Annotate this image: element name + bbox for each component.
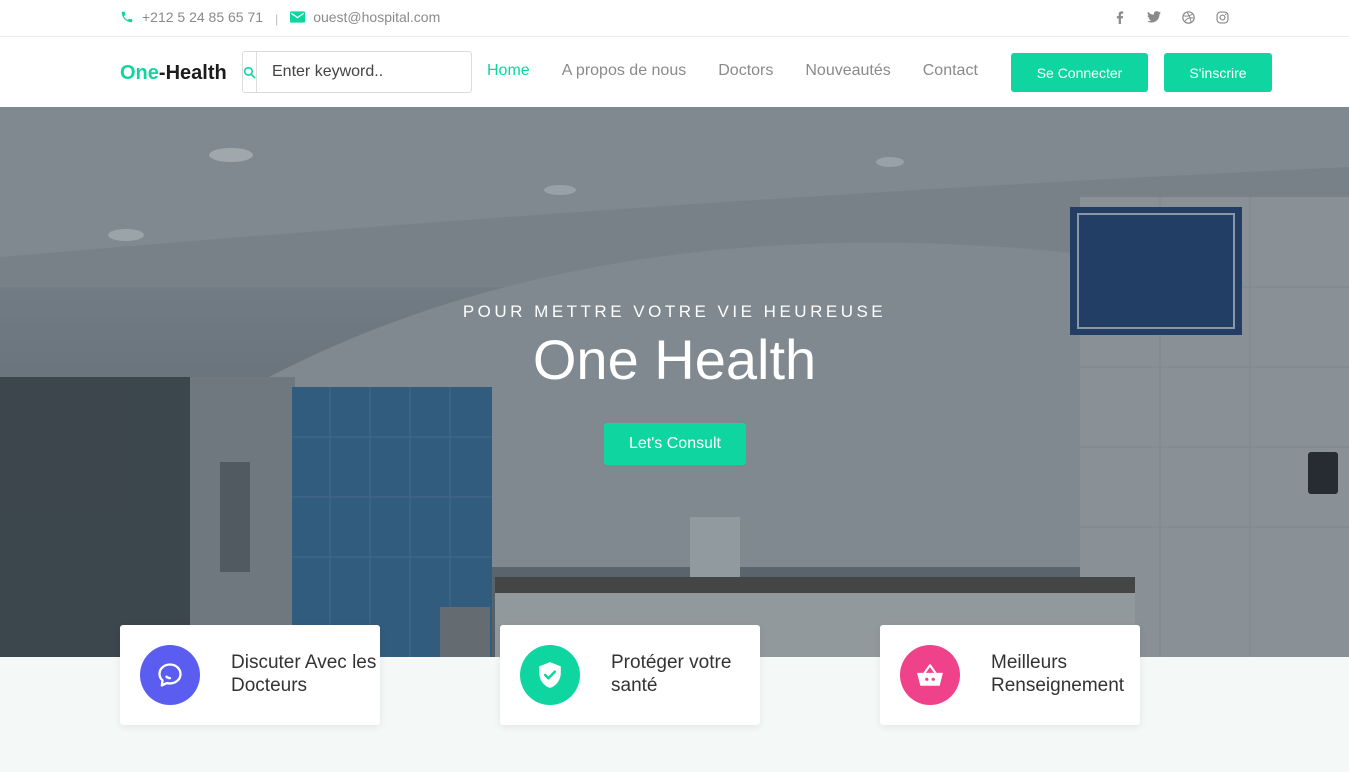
- phone-text: +212 5 24 85 65 71: [142, 9, 264, 25]
- feature-card-info[interactable]: Meilleurs Renseignement: [880, 625, 1140, 725]
- nav-link-news[interactable]: Nouveautés: [805, 62, 890, 80]
- facebook-icon[interactable]: [1113, 10, 1127, 24]
- phone-contact[interactable]: +212 5 24 85 65 71: [120, 9, 263, 25]
- mail-icon: [290, 11, 306, 23]
- contact-info: +212 5 24 85 65 71 | ouest@hospital.com: [120, 9, 440, 26]
- nav-link-doctors[interactable]: Doctors: [718, 62, 773, 80]
- consult-button[interactable]: Let's Consult: [604, 423, 746, 465]
- feature-label: Meilleurs Renseignement: [991, 652, 1125, 696]
- separator: |: [275, 12, 279, 26]
- shield-check-icon: [520, 645, 580, 705]
- dribbble-icon[interactable]: [1181, 10, 1195, 24]
- hero-subtitle: POUR METTRE VOTRE VIE HEUREUSE: [462, 302, 887, 321]
- feature-card-chat[interactable]: Discuter Avec les Docteurs: [120, 625, 380, 725]
- nav-link-contact[interactable]: Contact: [923, 62, 978, 80]
- email-contact[interactable]: ouest@hospital.com: [290, 9, 440, 25]
- nav-link-about[interactable]: A propos de nous: [562, 62, 687, 80]
- feature-card-protect[interactable]: Protéger votre santé: [500, 625, 760, 725]
- feature-label: Protéger votre santé: [611, 652, 732, 696]
- hero-section: POUR METTRE VOTRE VIE HEUREUSE One Healt…: [0, 107, 1349, 657]
- chat-icon: [140, 645, 200, 705]
- logo-accent: One: [120, 62, 159, 84]
- instagram-icon[interactable]: [1215, 10, 1229, 24]
- search-box: [242, 51, 479, 93]
- logo-rest: -Health: [158, 62, 227, 84]
- search-input[interactable]: [257, 52, 479, 92]
- feature-label: Discuter Avec les Docteurs: [231, 652, 377, 696]
- email-text: ouest@hospital.com: [313, 9, 441, 25]
- search-icon[interactable]: [243, 52, 257, 92]
- nav-link-home[interactable]: Home: [487, 62, 530, 80]
- twitter-icon[interactable]: [1147, 10, 1161, 24]
- top-bar: +212 5 24 85 65 71 | ouest@hospital.com: [0, 0, 1349, 37]
- social-links: [1113, 10, 1229, 24]
- login-button[interactable]: Se Connecter: [1011, 53, 1148, 92]
- hero-title: One Health: [532, 328, 817, 391]
- signup-button[interactable]: S'inscrire: [1164, 53, 1272, 92]
- basket-icon: [900, 645, 960, 705]
- nav-menu: Home A propos de nous Doctors Nouveautés…: [487, 62, 978, 80]
- site-logo[interactable]: One-Health: [120, 62, 227, 85]
- main-navbar: One-Health Home A propos de nous Doctors…: [0, 37, 1349, 107]
- phone-icon: [121, 11, 133, 23]
